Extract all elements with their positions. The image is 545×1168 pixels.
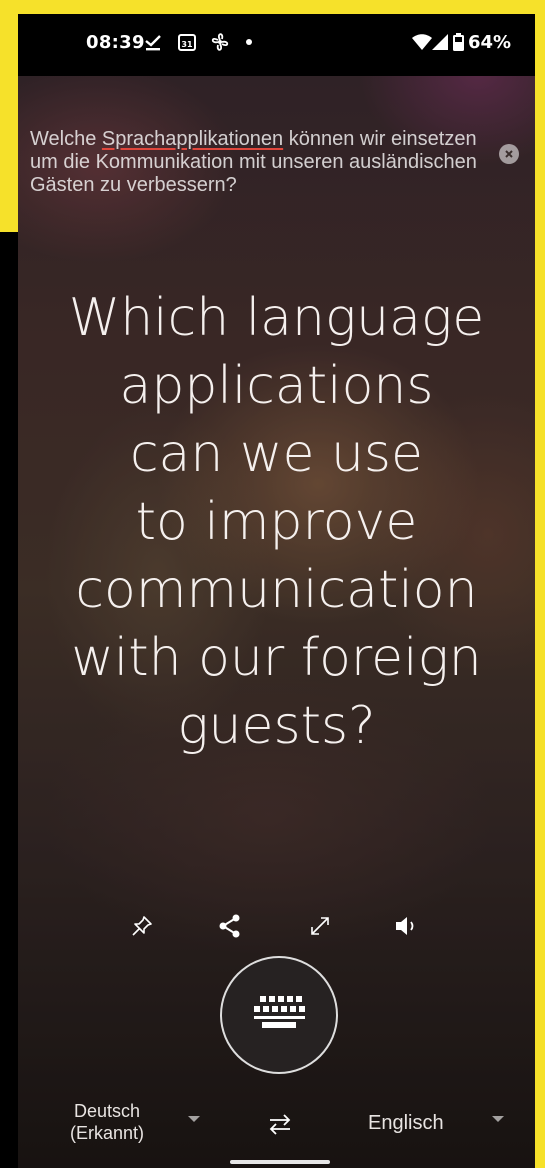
source-transcript: Welche Sprachapplikationen können wir ei… xyxy=(30,128,490,228)
wifi-icon xyxy=(412,30,432,54)
status-time: 08:39 xyxy=(86,32,145,53)
app-screen: 08:39 31 64% Welche Sprachapplikationen … xyxy=(18,14,535,1168)
source-language-selector[interactable]: Deutsch (Erkannt) xyxy=(48,1100,166,1144)
translation-line: guests? xyxy=(177,696,376,756)
translation-line: can we use xyxy=(129,424,424,484)
target-language-selector[interactable]: Englisch xyxy=(368,1112,444,1135)
pin-icon[interactable] xyxy=(122,906,162,946)
home-indicator[interactable] xyxy=(230,1160,330,1164)
status-bar: 08:39 31 64% xyxy=(18,14,535,76)
chevron-down-icon[interactable] xyxy=(188,1116,200,1122)
translation-line: with our foreign xyxy=(71,628,482,688)
chevron-down-icon[interactable] xyxy=(492,1116,504,1122)
source-highlight-word[interactable]: Sprachapplikationen xyxy=(102,128,283,150)
battery-icon xyxy=(452,30,464,54)
frame-top xyxy=(0,0,545,14)
keyboard-icon xyxy=(250,994,308,1036)
download-done-icon xyxy=(142,30,164,54)
language-bar: Deutsch (Erkannt) Englisch xyxy=(18,1098,535,1168)
cellular-icon xyxy=(432,30,448,54)
source-language-status: (Erkannt) xyxy=(69,1123,145,1143)
frame-right xyxy=(535,0,545,1168)
frame-left xyxy=(0,0,18,232)
speaker-icon[interactable] xyxy=(386,906,426,946)
swap-icon[interactable] xyxy=(264,1106,296,1142)
close-icon[interactable] xyxy=(499,144,519,164)
fullscreen-icon[interactable] xyxy=(300,906,340,946)
calendar-icon: 31 xyxy=(176,30,198,54)
notification-dot-icon xyxy=(244,30,254,54)
battery-percent: 64% xyxy=(468,32,512,53)
source-text-before: Welche xyxy=(30,128,102,150)
source-language-name: Deutsch xyxy=(73,1101,141,1121)
fan-icon xyxy=(208,30,232,54)
translation-line: Which language xyxy=(68,288,485,348)
translation-line: communication xyxy=(75,560,478,620)
svg-text:31: 31 xyxy=(181,40,193,49)
translation-text: Which language applications can we use t… xyxy=(18,284,535,760)
keyboard-button[interactable] xyxy=(220,956,338,1074)
share-icon[interactable] xyxy=(210,906,250,946)
translation-line: applications xyxy=(119,356,434,416)
translation-line: to improve xyxy=(135,492,418,552)
